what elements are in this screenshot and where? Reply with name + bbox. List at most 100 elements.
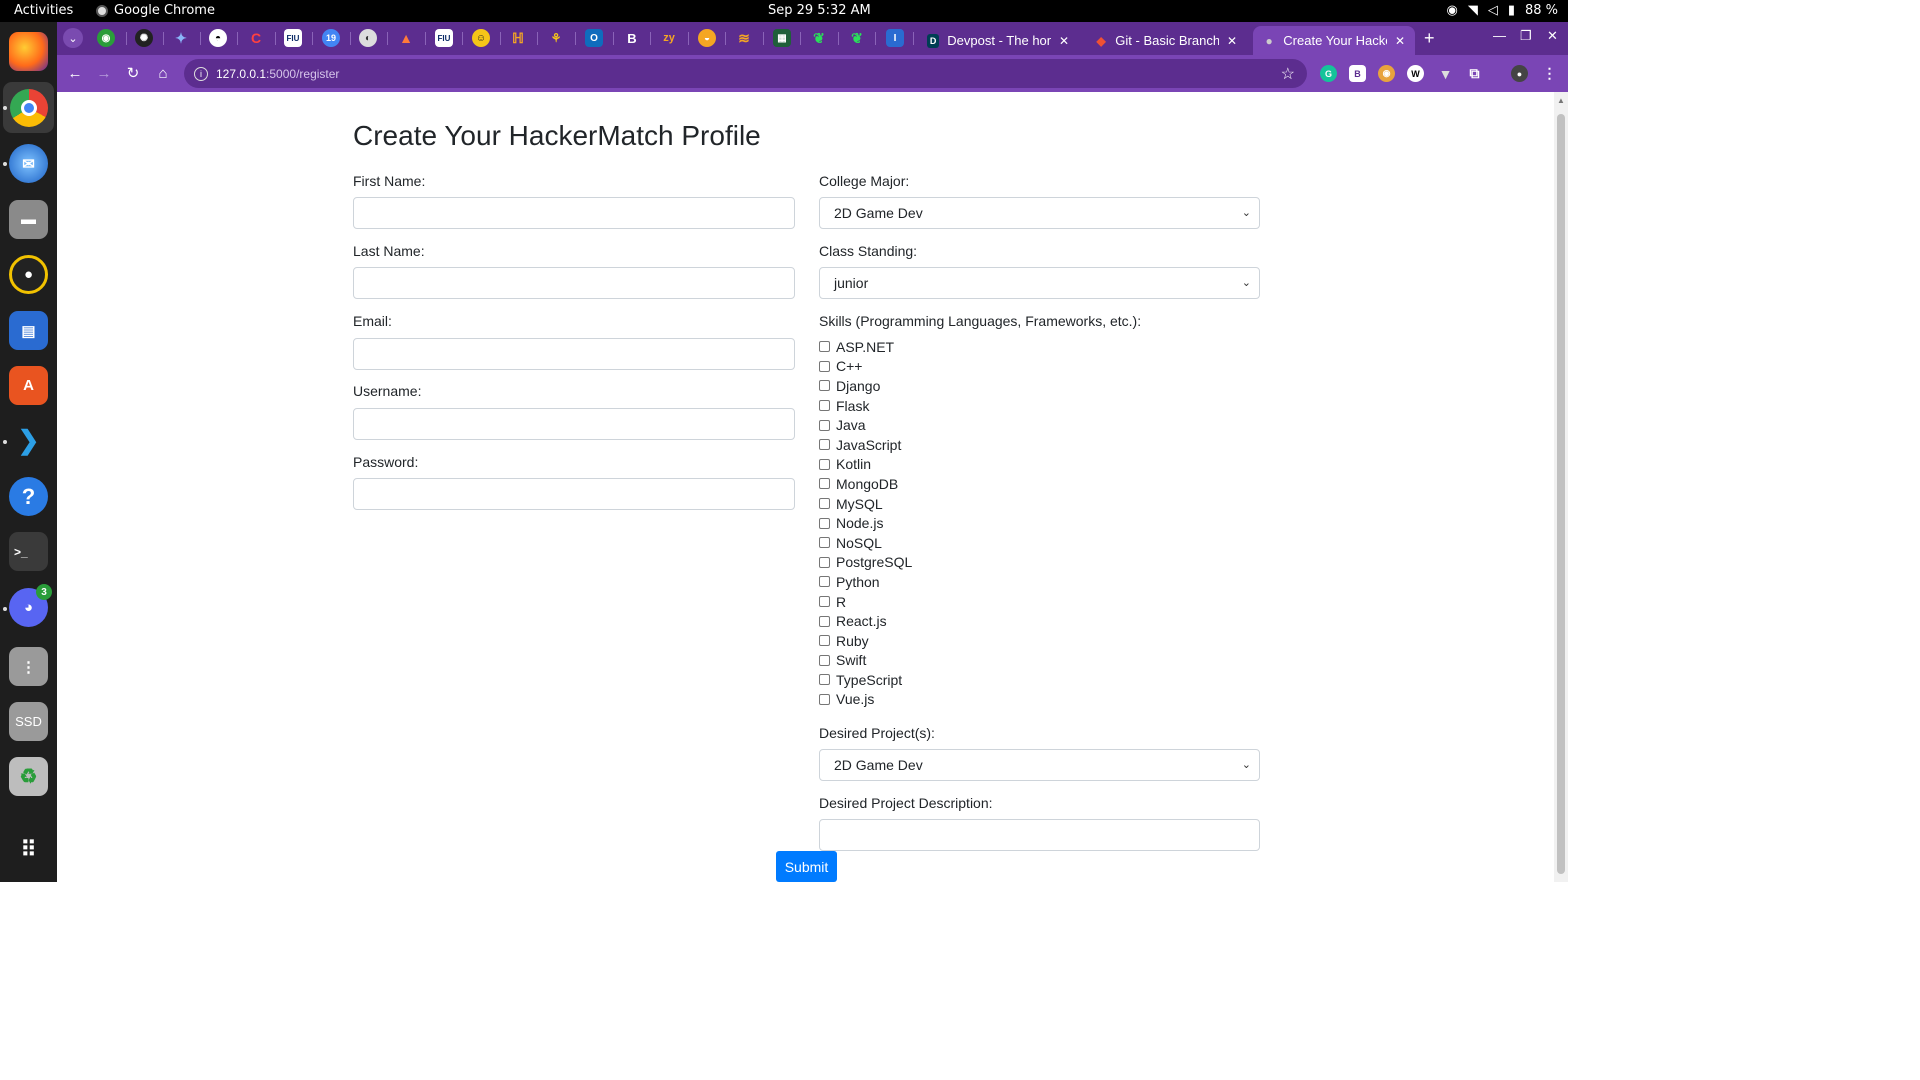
first-name-field[interactable] <box>353 197 795 229</box>
zybooks-tab-icon[interactable]: zy <box>660 29 678 47</box>
extensions-puzzle-icon[interactable]: ⧉ <box>1466 65 1483 82</box>
checkbox[interactable] <box>819 360 830 372</box>
ssd-icon[interactable]: SSD <box>9 702 48 741</box>
skill-option[interactable]: ASP.NET <box>819 337 912 357</box>
globe-tab-icon[interactable]: ◐ <box>359 29 377 47</box>
grammarly-icon[interactable]: G <box>1320 65 1337 82</box>
stack-tab-icon[interactable]: ≋ <box>735 29 753 47</box>
checkbox[interactable] <box>819 576 830 588</box>
app-center-icon[interactable]: A <box>9 366 48 405</box>
checkbox[interactable] <box>819 458 830 470</box>
site-info-icon[interactable]: i <box>194 66 208 81</box>
outlook-tab-icon[interactable]: O <box>585 29 603 47</box>
checkbox[interactable] <box>819 380 830 392</box>
terminal-icon[interactable]: >_ <box>9 532 48 571</box>
mongo-tab-icon-2[interactable]: ❦ <box>848 29 866 47</box>
discord-icon[interactable]: ◕ 3 <box>9 584 52 627</box>
reload-icon[interactable]: ↻ <box>123 63 143 83</box>
files-icon[interactable]: ▬ <box>9 200 48 239</box>
activities-button[interactable]: Activities <box>14 3 73 18</box>
openai-tab-icon[interactable]: ✺ <box>135 29 153 47</box>
class-standing-select[interactable]: junior ⌄ <box>819 267 1260 299</box>
home-icon[interactable]: ⌂ <box>153 63 173 83</box>
skill-option[interactable]: TypeScript <box>819 670 912 690</box>
close-window-icon[interactable]: ✕ <box>1547 28 1558 44</box>
green-tab-icon[interactable]: ▦ <box>773 29 791 47</box>
vue-devtools-icon[interactable]: ▼ <box>1437 65 1454 82</box>
skill-option[interactable]: NoSQL <box>819 533 912 553</box>
orange-tab-icon[interactable]: ◒ <box>698 29 716 47</box>
new-tab-icon[interactable]: + <box>1424 28 1435 49</box>
checkbox[interactable] <box>819 400 830 412</box>
email-field[interactable] <box>353 338 795 370</box>
github-tab-icon[interactable]: ◓ <box>209 29 227 47</box>
scroll-up-icon[interactable]: ▲ <box>1557 96 1565 105</box>
whatsapp-tab-icon[interactable]: ◉ <box>97 29 115 47</box>
skill-option[interactable]: R <box>819 592 912 612</box>
skill-option[interactable]: Node.js <box>819 513 912 533</box>
calendar-tab-icon[interactable]: 19 <box>322 29 340 47</box>
handshake-tab-icon[interactable]: ℍ <box>509 29 527 47</box>
chrome-dock-slot[interactable] <box>3 82 54 133</box>
bird-tab-icon[interactable]: ▲ <box>397 29 415 47</box>
writer-icon[interactable]: ▤ <box>9 311 48 350</box>
emoji-tab-icon[interactable]: ☺ <box>472 29 490 47</box>
skill-option[interactable]: C++ <box>819 357 912 377</box>
checkbox[interactable] <box>819 693 830 705</box>
checkbox[interactable] <box>819 615 830 627</box>
system-status-area[interactable]: ◉ ◥ ◁ ▮ 88 % <box>1446 3 1558 18</box>
checkbox[interactable] <box>819 478 830 490</box>
thunderbird-icon[interactable]: ✉ <box>9 144 48 183</box>
chevron-down-icon[interactable]: ⌄ <box>63 28 83 48</box>
app-menu[interactable]: Google Chrome <box>96 3 215 18</box>
w-extension-icon[interactable]: W <box>1407 65 1424 82</box>
forward-arrow-icon[interactable]: → <box>94 63 114 83</box>
close-icon[interactable]: ✕ <box>1227 34 1237 48</box>
gemini-tab-icon[interactable]: ✦ <box>172 29 190 47</box>
checkbox[interactable] <box>819 635 830 647</box>
kebab-menu-icon[interactable]: ⋮ <box>1541 65 1558 82</box>
drive-icon[interactable]: ⋮ <box>9 647 48 686</box>
password-field[interactable] <box>353 478 795 510</box>
username-field[interactable] <box>353 408 795 440</box>
skill-option[interactable]: PostgreSQL <box>819 553 912 573</box>
address-bar[interactable]: i 127.0.0.1:5000/register ☆ <box>184 59 1307 88</box>
blue-i-tab-icon[interactable]: I <box>886 29 904 47</box>
vscode-icon[interactable]: ❯ <box>9 421 48 460</box>
skill-option[interactable]: React.js <box>819 611 912 631</box>
skill-option[interactable]: Vue.js <box>819 690 912 710</box>
coursera-tab-icon[interactable]: C <box>247 29 265 47</box>
checkbox[interactable] <box>819 596 830 608</box>
page-scrollbar[interactable]: ▲ <box>1554 92 1568 882</box>
checkbox[interactable] <box>819 498 830 510</box>
help-icon[interactable]: ? <box>9 477 48 516</box>
mongo-tab-icon[interactable]: ❦ <box>810 29 828 47</box>
checkbox[interactable] <box>819 517 830 529</box>
profile-avatar[interactable]: ● <box>1511 65 1528 82</box>
skill-option[interactable]: JavaScript <box>819 435 912 455</box>
leaf-tab-icon[interactable]: ⚘ <box>547 29 565 47</box>
skill-option[interactable]: Java <box>819 415 912 435</box>
checkbox[interactable] <box>819 537 830 549</box>
skill-option[interactable]: Django <box>819 376 912 396</box>
checkbox[interactable] <box>819 341 830 353</box>
trash-icon[interactable]: ♻ <box>9 757 48 796</box>
tab-git-branching[interactable]: ◆ Git - Basic Branching ✕ <box>1085 26 1247 55</box>
checkbox[interactable] <box>819 654 830 666</box>
skill-option[interactable]: Ruby <box>819 631 912 651</box>
college-major-select[interactable]: 2D Game Dev ⌄ <box>819 197 1260 229</box>
tab-devpost[interactable]: D Devpost - The home ✕ <box>917 26 1079 55</box>
fiu-tab-icon[interactable]: FIU <box>284 29 302 47</box>
back-arrow-icon[interactable]: ← <box>65 63 85 83</box>
minimize-icon[interactable]: — <box>1493 28 1506 43</box>
bookmark-star-icon[interactable]: ☆ <box>1281 64 1295 84</box>
app-grid-icon[interactable]: ⠿ <box>9 830 48 869</box>
firefox-icon[interactable] <box>9 32 48 71</box>
last-name-field[interactable] <box>353 267 795 299</box>
skill-option[interactable]: MySQL <box>819 494 912 514</box>
checkbox[interactable] <box>819 439 830 451</box>
close-icon[interactable]: ✕ <box>1395 34 1405 48</box>
close-icon[interactable]: ✕ <box>1059 34 1069 48</box>
scrollbar-thumb[interactable] <box>1557 114 1565 874</box>
project-description-field[interactable] <box>819 819 1260 851</box>
